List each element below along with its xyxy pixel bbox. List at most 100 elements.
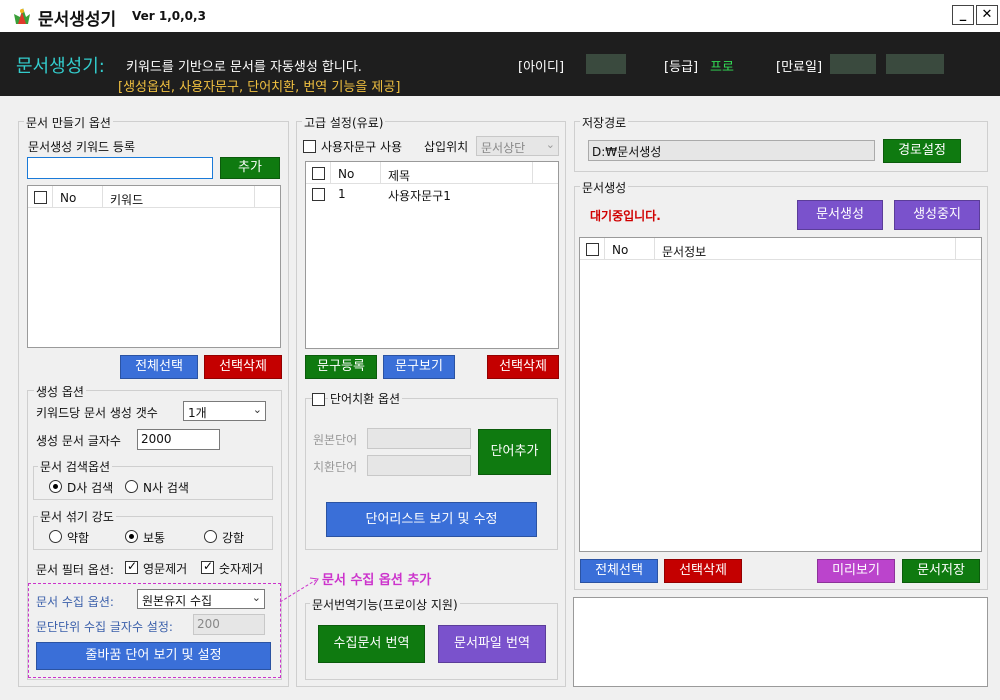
keyword-label: 문서생성 키워드 등록 (28, 140, 135, 154)
source-word-input[interactable] (367, 428, 471, 449)
search-n-radio[interactable] (125, 480, 138, 493)
id-label: [아이디] (518, 60, 565, 75)
keyword-select-all-checkbox[interactable] (34, 191, 47, 204)
header-description: 키워드를 기반으로 문서를 자동생성 합니다. (126, 60, 362, 75)
paragraph-length-input[interactable]: 200 (193, 614, 265, 635)
doc-length-input[interactable]: 2000 (137, 429, 220, 450)
insert-position-label: 삽입위치 (424, 140, 469, 154)
generate-button[interactable]: 문서생성 (797, 200, 883, 230)
document-generation-title: 문서생성 (580, 179, 629, 196)
title-bar: 문서생성기 Ver 1,0,0,3 _ ✕ (0, 0, 1000, 32)
insert-position-select[interactable]: 문서상단 ⌄ (476, 136, 559, 156)
phrase-col-title: 제목 (388, 169, 411, 183)
header-features: [생성옵션, 사용자문구, 단어치환, 번역 기능을 제공] (118, 80, 401, 95)
document-list[interactable]: No 문서정보 (579, 237, 982, 552)
keyword-delete-selected-button[interactable]: 선택삭제 (204, 355, 282, 379)
phrase-col-no: No (338, 167, 355, 181)
table-row[interactable]: 1 사용자문구1 (306, 184, 558, 204)
save-path-input[interactable]: D:₩문서생성 (588, 140, 875, 161)
minimize-button[interactable]: _ (952, 5, 974, 25)
phrase-row-no: 1 (338, 187, 346, 201)
shuffle-strong-label: 강함 (222, 531, 245, 545)
translate-collected-button[interactable]: 수집문서 번역 (318, 625, 425, 663)
phrase-delete-button[interactable]: 선택삭제 (487, 355, 559, 379)
collect-option-select[interactable]: 원본유지 수집 ⌄ (137, 589, 265, 609)
target-word-input[interactable] (367, 455, 471, 476)
phrase-row-checkbox[interactable] (312, 188, 325, 201)
preview-button[interactable]: 미리보기 (817, 559, 895, 583)
shuffle-normal-radio[interactable] (125, 530, 138, 543)
grade-value: 프로 (710, 60, 734, 75)
log-output-box[interactable] (573, 597, 988, 687)
filter-english-label: 영문제거 (143, 562, 188, 576)
filter-options-label: 문서 필터 옵션: (36, 563, 114, 577)
insert-position-value: 문서상단 (481, 141, 526, 155)
phrase-register-button[interactable]: 문구등록 (305, 355, 377, 379)
doc-length-label: 생성 문서 글자수 (36, 434, 121, 448)
shuffle-strength-title: 문서 섞기 강도 (38, 508, 116, 525)
word-list-button[interactable]: 단어리스트 보기 및 수정 (326, 502, 537, 537)
search-d-label: D사 검색 (67, 481, 114, 495)
phrase-view-button[interactable]: 문구보기 (383, 355, 455, 379)
keyword-select-all-button[interactable]: 전체선택 (120, 355, 198, 379)
translate-file-button[interactable]: 문서파일 번역 (438, 625, 546, 663)
document-select-all-button[interactable]: 전체선택 (580, 559, 658, 583)
header-banner: 문서생성기: 키워드를 기반으로 문서를 자동생성 합니다. [생성옵션, 사용… (0, 32, 1000, 96)
id-value-redacted (586, 54, 626, 74)
add-word-button[interactable]: 단어추가 (478, 429, 551, 475)
doc-count-label: 키워드당 문서 생성 갯수 (36, 406, 158, 420)
search-options-title: 문서 검색옵션 (38, 458, 113, 475)
doc-count-select[interactable]: 1개 ⌄ (183, 401, 266, 421)
word-replace-checkbox[interactable] (312, 393, 325, 406)
target-word-label: 치환단어 (313, 460, 358, 474)
expiry-value-redacted-2 (886, 54, 944, 74)
document-options-title: 문서 만들기 옵션 (24, 114, 113, 131)
shuffle-strong-radio[interactable] (204, 530, 217, 543)
keyword-list-header: No 키워드 (28, 186, 280, 208)
source-word-label: 원본단어 (313, 433, 358, 447)
translation-title: 문서번역기능(프로이상 지원) (310, 596, 460, 613)
chevron-down-icon: ⌄ (545, 138, 555, 151)
document-col-info: 문서정보 (662, 245, 707, 259)
search-d-radio[interactable] (49, 480, 62, 493)
app-version: Ver 1,0,0,3 (132, 9, 206, 23)
shuffle-normal-label: 보통 (143, 531, 166, 545)
add-keyword-button[interactable]: 추가 (220, 157, 280, 179)
shuffle-weak-radio[interactable] (49, 530, 62, 543)
document-select-all-checkbox[interactable] (586, 243, 599, 256)
set-path-button[interactable]: 경로설정 (883, 139, 961, 163)
phrase-select-all-checkbox[interactable] (312, 167, 325, 180)
expiry-value-redacted (830, 54, 876, 74)
expiry-label: [만료일] (776, 60, 823, 75)
search-n-label: N사 검색 (143, 481, 189, 495)
grade-label: [등급] (664, 60, 699, 75)
use-phrase-checkbox[interactable] (303, 140, 316, 153)
linebreak-words-button[interactable]: 줄바꿈 단어 보기 및 설정 (36, 642, 271, 670)
keyword-list[interactable]: No 키워드 (27, 185, 281, 348)
filter-number-label: 숫자제거 (219, 562, 264, 576)
use-phrase-label: 사용자문구 사용 (321, 140, 403, 154)
collect-option-label: 문서 수집 옵션: (36, 595, 114, 609)
filter-number-checkbox[interactable] (201, 559, 214, 574)
phrase-list[interactable]: No 제목 1 사용자문구1 (305, 161, 559, 349)
document-delete-selected-button[interactable]: 선택삭제 (664, 559, 742, 583)
keyword-input[interactable] (27, 157, 213, 179)
phrase-row-title: 사용자문구1 (388, 189, 451, 203)
word-replace-title: 단어치환 옵션 (328, 390, 403, 407)
status-text: 대기중입니다. (590, 209, 661, 223)
app-logo-icon (14, 8, 30, 24)
collect-option-value: 원본유지 수집 (142, 594, 213, 608)
save-document-button[interactable]: 문서저장 (902, 559, 980, 583)
document-col-no: No (612, 243, 629, 257)
shuffle-weak-label: 약함 (67, 531, 90, 545)
keyword-col-no: No (60, 191, 77, 205)
stop-generation-button[interactable]: 생성중지 (894, 200, 980, 230)
save-path-title: 저장경로 (580, 114, 629, 131)
phrase-list-header: No 제목 (306, 162, 558, 184)
close-button[interactable]: ✕ (976, 5, 998, 25)
chevron-down-icon: ⌄ (252, 403, 262, 416)
keyword-col-keyword: 키워드 (110, 193, 144, 207)
paragraph-length-label: 문단단위 수집 글자수 설정: (36, 620, 173, 634)
generation-options-title: 생성 옵션 (34, 383, 86, 400)
filter-english-checkbox[interactable] (125, 559, 138, 574)
